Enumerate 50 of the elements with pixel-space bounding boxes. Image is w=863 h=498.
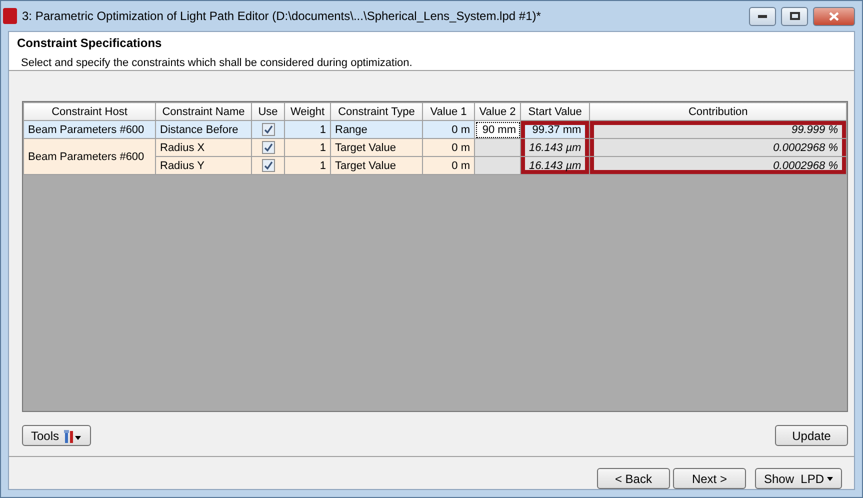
minimize-button[interactable] [749, 6, 776, 26]
maximize-button[interactable] [781, 6, 808, 26]
table-cell: 1 [284, 120, 330, 138]
update-button[interactable]: Update [775, 425, 848, 446]
column-header[interactable]: Contribution [590, 102, 846, 120]
maximize-icon [790, 12, 800, 20]
table-cell: Target Value [330, 156, 422, 174]
show-lpd-button[interactable]: Show LPD [754, 468, 842, 489]
dropdown-arrow-icon [827, 476, 833, 480]
column-header[interactable]: Use [252, 102, 284, 120]
app-logo-icon [3, 8, 17, 24]
column-header[interactable]: Value 2 [474, 102, 520, 120]
minimize-icon [758, 14, 767, 18]
table-cell: 0 m [422, 156, 474, 174]
use-checkbox[interactable] [262, 141, 274, 154]
table-cell: 90 mm [474, 120, 520, 138]
close-button[interactable] [813, 6, 855, 26]
section-description: Select and specify the constraints which shall be considered during optimization. [20, 57, 414, 69]
use-checkbox[interactable] [262, 123, 274, 136]
table-cell: 0 m [422, 120, 474, 138]
table-cell: 99.999 % [590, 120, 846, 138]
table-cell: 0.0002968 % [590, 156, 846, 174]
column-header[interactable]: Weight [284, 102, 330, 120]
tools-icon [62, 428, 82, 442]
column-header[interactable]: Start Value [520, 102, 590, 120]
close-icon [829, 12, 839, 20]
table-cell: Distance Before [156, 120, 252, 138]
table-cell: 0.0002968 % [590, 138, 846, 156]
table-cell: Radius X [156, 138, 252, 156]
section-title: Constraint Specifications [17, 36, 163, 50]
table-cell: Radius Y [156, 156, 252, 174]
table-cell: Target Value [330, 138, 422, 156]
table-cell: Range [330, 120, 422, 138]
table-cell: 16.143 µm [520, 138, 590, 156]
window-title: 3: Parametric Optimization of Light Path Editor (D:\documents\...\Spherical_Lens_System.lpd #1)* [22, 9, 542, 23]
table-cell: 1 [284, 156, 330, 174]
tools-button[interactable]: Tools [22, 425, 92, 446]
table-cell: 1 [284, 138, 330, 156]
back-button[interactable]: < Back [596, 468, 670, 489]
column-header[interactable]: Constraint Host [24, 102, 156, 120]
column-header[interactable]: Constraint Type [330, 102, 422, 120]
table-cell: 16.143 µm [520, 156, 590, 174]
use-checkbox[interactable] [262, 159, 274, 172]
table-cell: Beam Parameters #600 [24, 138, 156, 174]
table-cell: 0 m [422, 138, 474, 156]
next-button[interactable]: Next > [672, 468, 746, 489]
column-header[interactable]: Constraint Name [156, 102, 252, 120]
table-cell: Beam Parameters #600 [24, 120, 156, 138]
column-header[interactable]: Value 1 [422, 102, 474, 120]
table-cell: 99.37 mm [520, 120, 590, 138]
